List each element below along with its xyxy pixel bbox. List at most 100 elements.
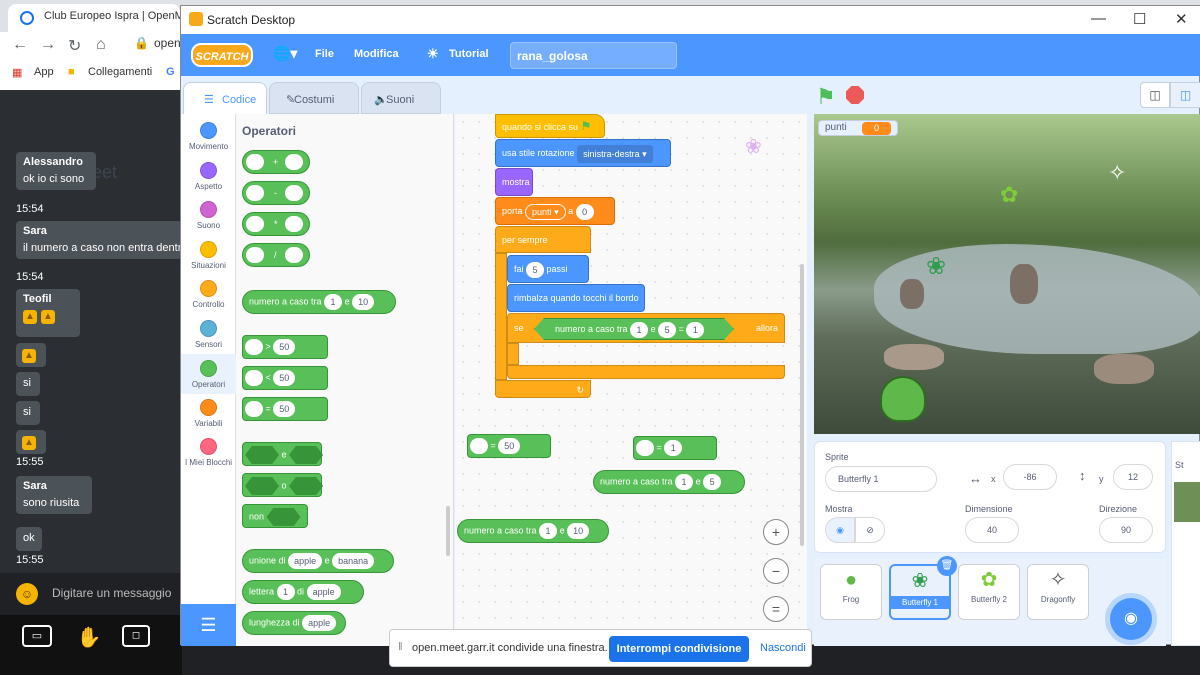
direction-input[interactable]: 90 (1099, 517, 1153, 543)
size-input[interactable]: 40 (965, 517, 1019, 543)
block-bounce[interactable]: rimbalza quando tocchi il bordo (507, 284, 645, 312)
tab-costumes[interactable]: ✎ Costumi (269, 82, 359, 114)
block-forever[interactable]: per sempre (495, 226, 591, 253)
script-scrollbar[interactable] (800, 264, 804, 546)
block-when-flag-clicked[interactable]: quando si clicca su ⚑ (495, 114, 605, 138)
slot[interactable] (245, 339, 263, 355)
slot[interactable] (285, 216, 303, 232)
reload-icon[interactable]: ↻ (68, 36, 81, 56)
block-multiply[interactable]: * (242, 212, 310, 236)
google-icon[interactable]: G (166, 66, 175, 78)
slot[interactable]: apple (306, 584, 341, 600)
hide-link[interactable]: Nascondi (760, 642, 806, 654)
bookmark-collegamenti[interactable]: Collegamenti (88, 66, 152, 78)
project-name-input[interactable]: rana_golosa (510, 42, 677, 69)
globe-icon[interactable]: 🌐▾ (273, 45, 297, 62)
palette-scrollbar[interactable] (446, 506, 450, 556)
home-icon[interactable]: ⌂ (96, 36, 106, 54)
loose-equals-block[interactable]: = 1 (633, 436, 717, 460)
drag-handle-icon[interactable]: ‖ (398, 641, 403, 653)
show-visible-icon[interactable]: ◉ (825, 517, 855, 543)
stop-icon[interactable] (846, 86, 864, 104)
loose-random-block[interactable]: numero a caso tra 1 e 10 (457, 519, 609, 543)
slot[interactable]: 1 (664, 440, 683, 456)
block-equals[interactable]: = 50 (242, 397, 328, 421)
slot[interactable]: 1 (324, 294, 343, 310)
category-my-blocks[interactable]: I Miei Blocchi (181, 438, 236, 468)
block-show[interactable]: mostra (495, 168, 533, 196)
x-input[interactable]: -86 (1003, 464, 1057, 490)
slot[interactable]: 10 (352, 294, 375, 310)
block-set-rotation-style[interactable]: usa stile rotazione sinistra-destra ▾ (495, 139, 671, 167)
block-and[interactable]: e (242, 442, 324, 466)
slot[interactable]: 50 (498, 438, 521, 454)
small-stage-icon[interactable]: ◫ (1140, 82, 1170, 108)
condition-equals[interactable]: numero a caso tra 1 e 5 = 1 (534, 318, 734, 340)
block-subtract[interactable]: - (242, 181, 310, 205)
menu-edit[interactable]: Modifica (354, 48, 399, 60)
block-random[interactable]: numero a caso tra 1 e 10 (242, 290, 396, 314)
slot[interactable]: 5 (658, 321, 677, 338)
tab-sounds[interactable]: 🔈 Suoni (361, 82, 441, 114)
slot[interactable]: apple (288, 553, 323, 569)
butterfly-2-sprite[interactable]: ✿ (1000, 182, 1018, 208)
slot[interactable]: 1 (539, 523, 558, 539)
menu-file[interactable]: File (315, 48, 334, 60)
block-move[interactable]: fai 5 passi (507, 255, 589, 283)
hex-slot[interactable] (266, 508, 301, 526)
slot[interactable]: 10 (567, 523, 590, 539)
butterfly-1-sprite[interactable]: ❀ (926, 252, 946, 281)
slot[interactable] (285, 154, 303, 170)
stage[interactable]: punti 0 ✿ ❀ ✧ (814, 114, 1200, 434)
screen-share-icon[interactable]: ▭ (22, 625, 52, 647)
chat-input[interactable]: ☺ Digitare un messaggio (0, 573, 182, 615)
dragonfly-sprite[interactable]: ✧ (1108, 160, 1126, 186)
slot[interactable] (246, 154, 264, 170)
category-motion[interactable]: Movimento (181, 122, 236, 151)
frog-sprite[interactable] (880, 376, 926, 422)
block-set-variable[interactable]: porta punti ▾ a 0 (495, 197, 615, 225)
close-icon[interactable]: ✕ (1175, 10, 1188, 28)
zoom-in-icon[interactable]: + (763, 519, 789, 545)
block-less[interactable]: < 50 (242, 366, 328, 390)
slot[interactable]: 1 (675, 474, 694, 490)
slot[interactable] (245, 370, 263, 386)
choose-sprite-icon[interactable]: ◉ (1110, 598, 1152, 640)
forward-icon[interactable]: → (40, 36, 56, 54)
loose-equals-block[interactable]: = 50 (467, 434, 551, 458)
back-icon[interactable]: ← (12, 36, 28, 54)
slot[interactable] (285, 247, 303, 263)
block-not[interactable]: non (242, 504, 308, 528)
slot[interactable]: 50 (273, 370, 296, 386)
hide-icon[interactable]: ⊘ (855, 517, 885, 543)
sprite-tile-frog[interactable]: ● Frog (820, 564, 882, 620)
menu-tutorial[interactable]: Tutorial (449, 48, 489, 60)
stop-sharing-button[interactable]: Interrompi condivisione (609, 636, 749, 662)
y-input[interactable]: 12 (1113, 464, 1153, 490)
category-sound[interactable]: Suono (181, 201, 236, 230)
slot[interactable] (246, 247, 264, 263)
slot[interactable]: apple (302, 615, 337, 631)
block-add[interactable]: + (242, 150, 310, 174)
block-divide[interactable]: / (242, 243, 310, 267)
hex-slot[interactable] (289, 477, 324, 495)
block-length-of[interactable]: lunghezza di apple (242, 611, 346, 635)
stage-selector[interactable]: St (1171, 441, 1200, 646)
emoji-icon[interactable]: ☺ (16, 583, 38, 605)
block-letter-of[interactable]: lettera 1 di apple (242, 580, 364, 604)
slot[interactable] (470, 438, 488, 454)
sprite-name-input[interactable]: Butterfly 1 (825, 466, 937, 492)
category-variables[interactable]: Variabili (181, 399, 236, 428)
backdrop-thumbnail[interactable] (1174, 482, 1200, 522)
slot[interactable]: 50 (273, 339, 296, 355)
large-stage-icon[interactable]: ◫ (1170, 82, 1200, 108)
block-join[interactable]: unione di apple e banana (242, 549, 394, 573)
category-events[interactable]: Situazioni (181, 241, 236, 270)
rotation-dropdown[interactable]: sinistra-destra ▾ (577, 144, 653, 163)
apps-icon[interactable]: ▦ (12, 66, 22, 79)
zoom-out-icon[interactable]: − (763, 558, 789, 584)
slot[interactable] (636, 440, 654, 456)
bookmark-apps[interactable]: App (34, 66, 54, 78)
chat-icon[interactable]: ◻ (122, 625, 150, 647)
maximize-icon[interactable]: ☐ (1133, 10, 1146, 28)
